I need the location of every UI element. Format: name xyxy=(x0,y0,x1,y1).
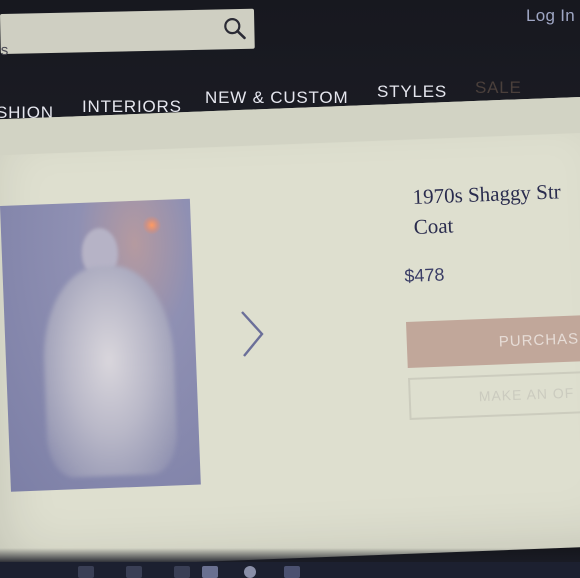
nav-item-styles[interactable]: STYLES xyxy=(377,82,447,102)
image-light-spot xyxy=(142,215,162,235)
search-box[interactable]: s xyxy=(0,8,255,59)
product-image[interactable] xyxy=(0,198,201,492)
fur-coat xyxy=(40,263,179,479)
search-icon[interactable] xyxy=(222,16,246,40)
taskbar-app-icon[interactable] xyxy=(202,566,218,578)
taskbar-app-icon[interactable] xyxy=(174,566,190,578)
screen: s Log In SHION INTERIORS NEW & CUSTOM ST… xyxy=(0,0,580,578)
purchase-button[interactable]: PURCHAS xyxy=(406,314,580,368)
taskbar-app-icon[interactable] xyxy=(78,566,94,578)
chevron-right-icon[interactable] xyxy=(238,308,266,360)
make-an-offer-button[interactable]: MAKE AN OF xyxy=(408,370,580,420)
nav-item-new-custom[interactable]: NEW & CUSTOM xyxy=(205,88,348,108)
taskbar-app-icon[interactable] xyxy=(126,566,142,578)
taskbar-app-icon[interactable] xyxy=(244,566,256,578)
faint-link[interactable] xyxy=(540,446,580,458)
product-price: $478 xyxy=(404,264,445,286)
taskbar xyxy=(0,562,580,578)
nav-item-sale[interactable]: SALE xyxy=(475,78,522,98)
search-input[interactable]: s xyxy=(1,42,9,59)
taskbar-app-icon[interactable] xyxy=(284,566,300,578)
login-link[interactable]: Log In xyxy=(526,6,575,26)
product-title: 1970s Shaggy Str Coat xyxy=(412,173,580,242)
